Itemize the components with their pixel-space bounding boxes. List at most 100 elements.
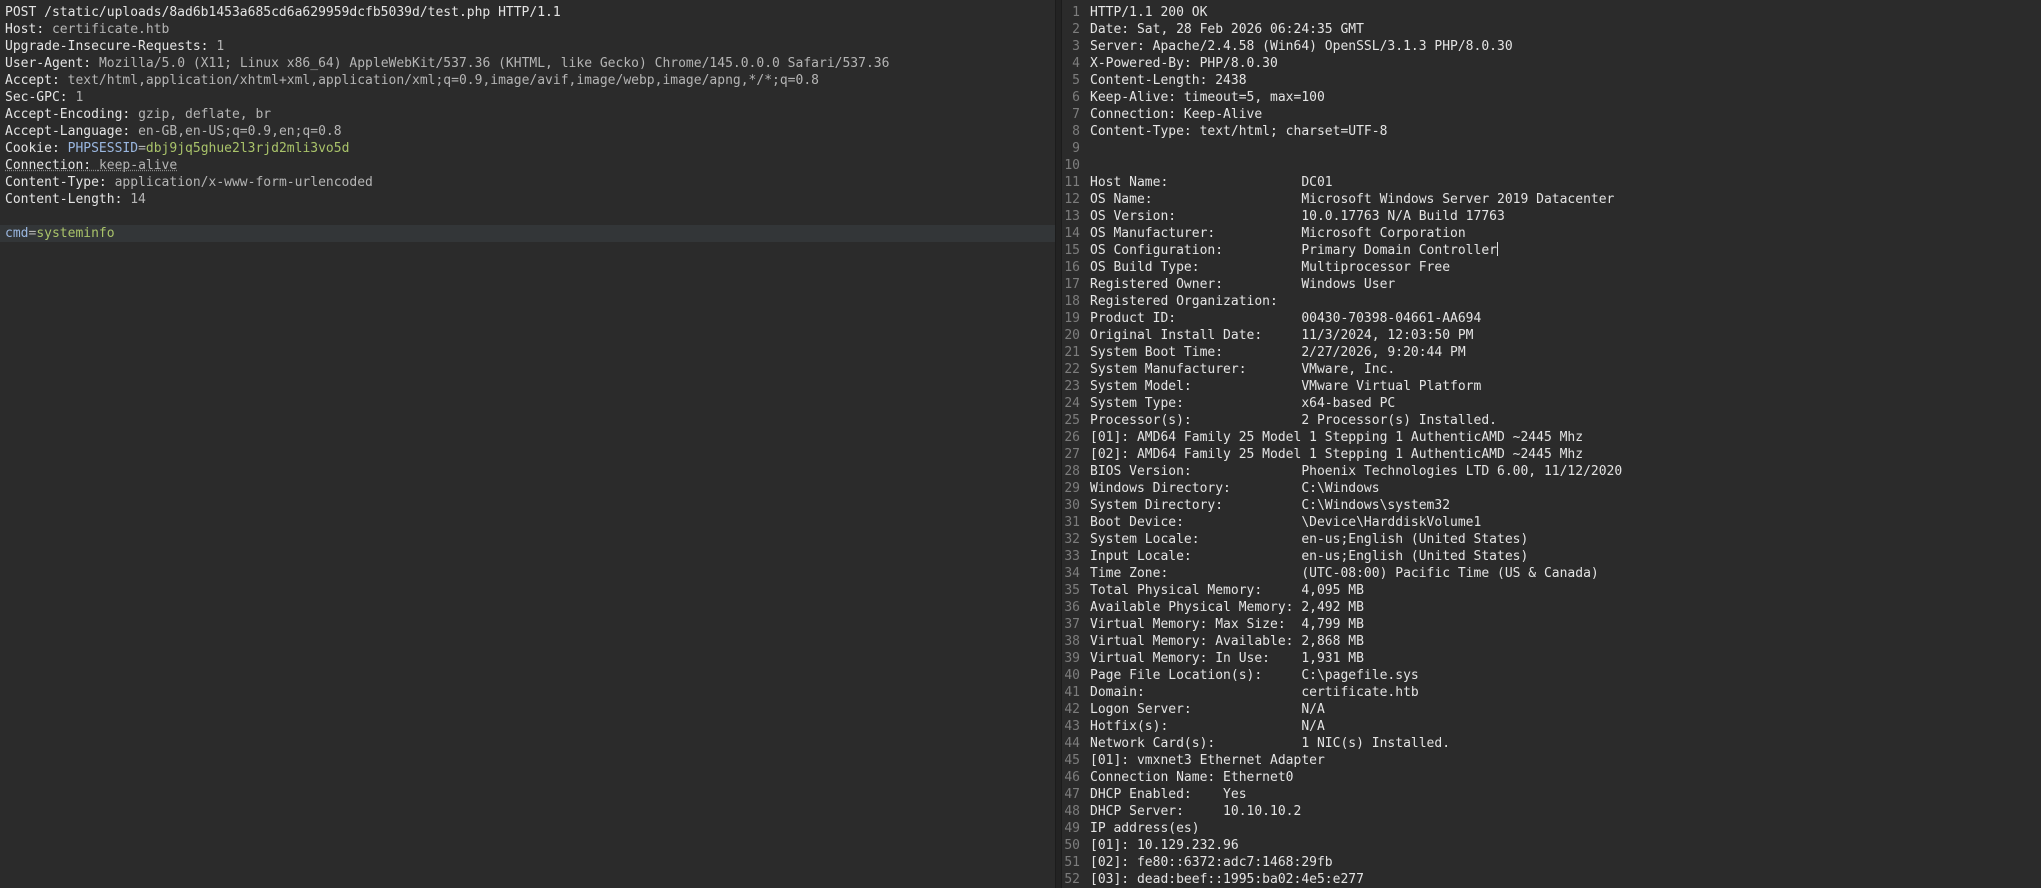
- response-line-text: Virtual Memory: Available: 2,868 MB: [1090, 634, 1364, 649]
- response-line: 14 OS Manufacturer: Microsoft Corporation: [1062, 225, 2041, 242]
- text-cursor: [1497, 242, 1498, 256]
- response-line-text: Registered Organization:: [1090, 294, 1278, 309]
- line-number: 1: [1072, 5, 1080, 20]
- response-line-text: Content-Type: text/html; charset=UTF-8: [1090, 124, 1388, 139]
- request-lines: POST /static/uploads/8ad6b1453a685cd6a62…: [0, 4, 1055, 242]
- header-value: 14: [130, 192, 146, 207]
- response-line: 34 Time Zone: (UTC-08:00) Pacific Time (U…: [1062, 565, 2041, 582]
- response-viewer[interactable]: 1 HTTP/1.1 200 OK 2 Date: Sat, 28 Feb 2026 …: [1062, 0, 2041, 888]
- header-separator: :: [114, 192, 131, 207]
- line-number: 8: [1072, 124, 1080, 139]
- response-line-text: OS Name: Microsoft Windows Server 2019 D…: [1090, 192, 1615, 207]
- response-line-text: Keep-Alive: timeout=5, max=100: [1090, 90, 1325, 105]
- line-number: 41: [1064, 685, 1080, 700]
- header-name: Cookie: [5, 141, 52, 156]
- header-separator: :: [200, 39, 217, 54]
- response-line: 21 System Boot Time: 2/27/2026, 9:20:44 P…: [1062, 344, 2041, 361]
- line-number: 21: [1064, 345, 1080, 360]
- header-separator: :: [51, 73, 68, 88]
- line-number: 46: [1064, 770, 1080, 785]
- request-header-line: Accept-Encoding: gzip, deflate, br: [0, 106, 1055, 123]
- response-line: 50 [01]: 10.129.232.96: [1062, 837, 2041, 854]
- header-separator: :: [83, 56, 99, 71]
- header-name: Connection: [5, 158, 84, 173]
- line-number: 24: [1064, 396, 1080, 411]
- response-line: 9: [1062, 140, 2041, 157]
- response-line-text: Processor(s): 2 Processor(s) Installed.: [1090, 413, 1497, 428]
- line-number: 26: [1064, 430, 1080, 445]
- response-line: 16 OS Build Type: Multiprocessor Free: [1062, 259, 2041, 276]
- line-number: 20: [1064, 328, 1080, 343]
- response-line: 6 Keep-Alive: timeout=5, max=100: [1062, 89, 2041, 106]
- response-line-text: System Directory: C:\Windows\system32: [1090, 498, 1451, 513]
- line-number: 15: [1064, 243, 1080, 258]
- header-name: User-Agent: [5, 56, 84, 71]
- line-number: 4: [1072, 56, 1080, 71]
- line-number: 49: [1064, 821, 1080, 836]
- line-number: 19: [1064, 311, 1080, 326]
- line-number: 52: [1064, 872, 1080, 887]
- header-name: Upgrade-Insecure-Requests: [5, 39, 201, 54]
- pane-divider[interactable]: [1055, 0, 1062, 888]
- response-line-text: Original Install Date: 11/3/2024, 12:03:…: [1090, 328, 1474, 343]
- response-line: 51 [02]: fe80::6372:adc7:1468:29fb: [1062, 854, 2041, 871]
- line-number: 23: [1064, 379, 1080, 394]
- response-line: 43 Hotfix(s): N/A: [1062, 718, 2041, 735]
- line-number: 7: [1072, 107, 1080, 122]
- header-name: Host: [5, 22, 37, 37]
- line-number: 34: [1064, 566, 1080, 581]
- request-editor[interactable]: POST /static/uploads/8ad6b1453a685cd6a62…: [0, 0, 1055, 888]
- response-line-text: [01]: AMD64 Family 25 Model 1 Stepping 1…: [1090, 430, 1584, 445]
- line-number: 35: [1064, 583, 1080, 598]
- response-line: 15 OS Configuration: Primary Domain Contr…: [1062, 242, 2041, 259]
- line-number: 17: [1064, 277, 1080, 292]
- response-line: 24 System Type: x64-based PC: [1062, 395, 2041, 412]
- line-number: 31: [1064, 515, 1080, 530]
- response-line-text: System Locale: en-us;English (United Sta…: [1090, 532, 1529, 547]
- response-line-text: Boot Device: \Device\HarddiskVolume1: [1090, 515, 1482, 530]
- response-line: 39 Virtual Memory: In Use: 1,931 MB: [1062, 650, 2041, 667]
- request-body-line[interactable]: cmd=systeminfo: [0, 225, 1055, 242]
- line-number: 10: [1064, 158, 1080, 173]
- response-line: 45 [01]: vmxnet3 Ethernet Adapter: [1062, 752, 2041, 769]
- response-line-text: Server: Apache/2.4.58 (Win64) OpenSSL/3.…: [1090, 39, 1513, 54]
- line-number: 3: [1072, 39, 1080, 54]
- response-line: 31 Boot Device: \Device\HarddiskVolume1: [1062, 514, 2041, 531]
- response-line: 4 X-Powered-By: PHP/8.0.30: [1062, 55, 2041, 72]
- response-line-text: System Model: VMware Virtual Platform: [1090, 379, 1482, 394]
- response-line: 48 DHCP Server: 10.10.10.2: [1062, 803, 2041, 820]
- response-line: 42 Logon Server: N/A: [1062, 701, 2041, 718]
- line-number: 33: [1064, 549, 1080, 564]
- request-header-line: Host: certificate.htb: [0, 21, 1055, 38]
- response-line-text: Virtual Memory: In Use: 1,931 MB: [1090, 651, 1364, 666]
- response-line: 46 Connection Name: Ethernet0: [1062, 769, 2041, 786]
- request-header-line: Upgrade-Insecure-Requests: 1: [0, 38, 1055, 55]
- request-header-line: Content-Type: application/x-www-form-url…: [0, 174, 1055, 191]
- response-line-text: Page File Location(s): C:\pagefile.sys: [1090, 668, 1419, 683]
- line-number: 50: [1064, 838, 1080, 853]
- response-line-text: Available Physical Memory: 2,492 MB: [1090, 600, 1364, 615]
- response-line: 32 System Locale: en-us;English (United S…: [1062, 531, 2041, 548]
- header-name: Accept-Encoding: [5, 107, 123, 122]
- request-header-line: Cookie: PHPSESSID=dbj9jq5ghue2l3rjd2mli3…: [0, 140, 1055, 157]
- line-number: 6: [1072, 90, 1080, 105]
- response-line-text: Host Name: DC01: [1090, 175, 1333, 190]
- line-number: 28: [1064, 464, 1080, 479]
- line-number: 32: [1064, 532, 1080, 547]
- response-line-text: X-Powered-By: PHP/8.0.30: [1090, 56, 1278, 71]
- request-header-line: Content-Length: 14: [0, 191, 1055, 208]
- body-param-value: systeminfo: [36, 226, 115, 241]
- response-line: 2 Date: Sat, 28 Feb 2026 06:24:35 GMT: [1062, 21, 2041, 38]
- line-number: 2: [1072, 22, 1080, 37]
- response-line: 17 Registered Owner: Windows User: [1062, 276, 2041, 293]
- response-line: 27 [02]: AMD64 Family 25 Model 1 Stepping…: [1062, 446, 2041, 463]
- header-value: certificate.htb: [51, 22, 170, 37]
- header-separator: :: [83, 158, 99, 173]
- line-number: 9: [1072, 141, 1080, 156]
- response-line: 29 Windows Directory: C:\Windows: [1062, 480, 2041, 497]
- response-line-text: DHCP Enabled: Yes: [1090, 787, 1247, 802]
- response-line-text: OS Version: 10.0.17763 N/A Build 17763: [1090, 209, 1505, 224]
- response-line-text: Total Physical Memory: 4,095 MB: [1090, 583, 1364, 598]
- line-number: 25: [1064, 413, 1080, 428]
- request-header-line: Sec-GPC: 1: [0, 89, 1055, 106]
